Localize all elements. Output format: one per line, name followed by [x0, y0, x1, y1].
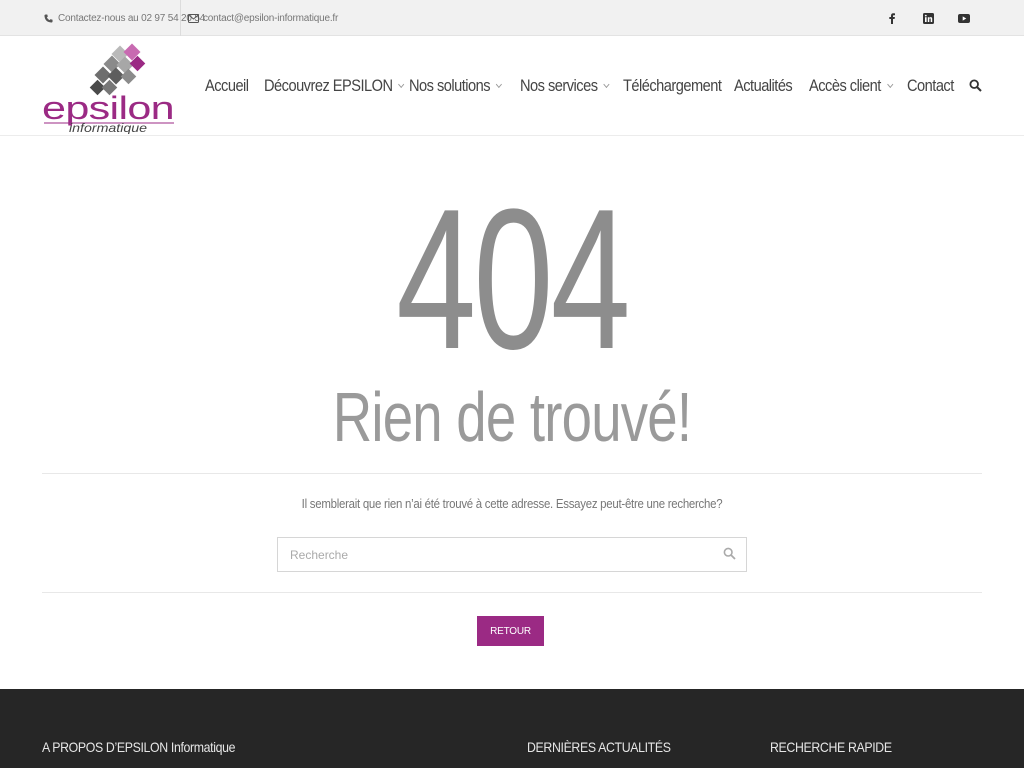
facebook-icon[interactable] [874, 0, 910, 36]
search-icon[interactable] [723, 547, 737, 561]
phone-text: Contactez-nous au 02 97 54 20 54 [58, 12, 206, 24]
footer-heading-quick-search: RECHERCHE RAPIDE [770, 739, 892, 755]
email-text: contact@epsilon-informatique.fr [203, 12, 339, 24]
envelope-icon [187, 12, 199, 24]
logo-mark [89, 43, 146, 96]
footer-heading-latest-news: DERNIÈRES ACTUALITÉS [527, 739, 671, 755]
divider [42, 473, 982, 474]
phone-icon [42, 12, 54, 24]
youtube-icon[interactable] [946, 0, 982, 36]
search-input[interactable] [278, 538, 708, 571]
site-header: epsilon informatique Accueil Découvrez E… [0, 36, 1024, 136]
nav-item-contact[interactable]: Contact [907, 72, 954, 100]
divider [42, 592, 982, 593]
footer-heading-about: A PROPOS D’EPSILON Informatique [42, 739, 236, 755]
chevron-down-icon [496, 80, 503, 89]
search-form [277, 537, 747, 572]
email-contact[interactable]: contact@epsilon-informatique.fr [187, 0, 338, 36]
nav-item-accueil[interactable]: Accueil [205, 72, 249, 100]
chevron-down-icon [398, 80, 405, 89]
topbar-divider [180, 0, 181, 36]
nav-item-nos-solutions[interactable]: Nos solutions [409, 72, 503, 100]
nav-item-acces-client[interactable]: Accès client [809, 72, 893, 100]
social-links [874, 0, 982, 36]
search-icon[interactable] [969, 79, 983, 93]
nav-item-decouvrez-epsilon[interactable]: Découvrez EPSILON [264, 72, 405, 100]
site-logo[interactable]: epsilon informatique [42, 42, 176, 135]
nav-item-nos-services[interactable]: Nos services [520, 72, 610, 100]
chevron-down-icon [886, 80, 893, 89]
error-code: 404 [396, 168, 631, 391]
linkedin-icon[interactable] [910, 0, 946, 36]
back-button[interactable]: RETOUR [477, 616, 544, 646]
logo-tagline: informatique [69, 121, 147, 134]
nav-item-actualites[interactable]: Actualités [734, 72, 793, 100]
top-bar: Contactez-nous au 02 97 54 20 54 contact… [0, 0, 1024, 36]
chevron-down-icon [603, 80, 610, 89]
error-heading: Rien de trouvé! [332, 378, 692, 456]
error-hint-text: Il semblerait que rien n’ai été trouvé à… [301, 496, 723, 511]
site-footer: A PROPOS D’EPSILON Informatique DERNIÈRE… [0, 689, 1024, 768]
nav-item-telechargement[interactable]: Téléchargement [623, 72, 722, 100]
